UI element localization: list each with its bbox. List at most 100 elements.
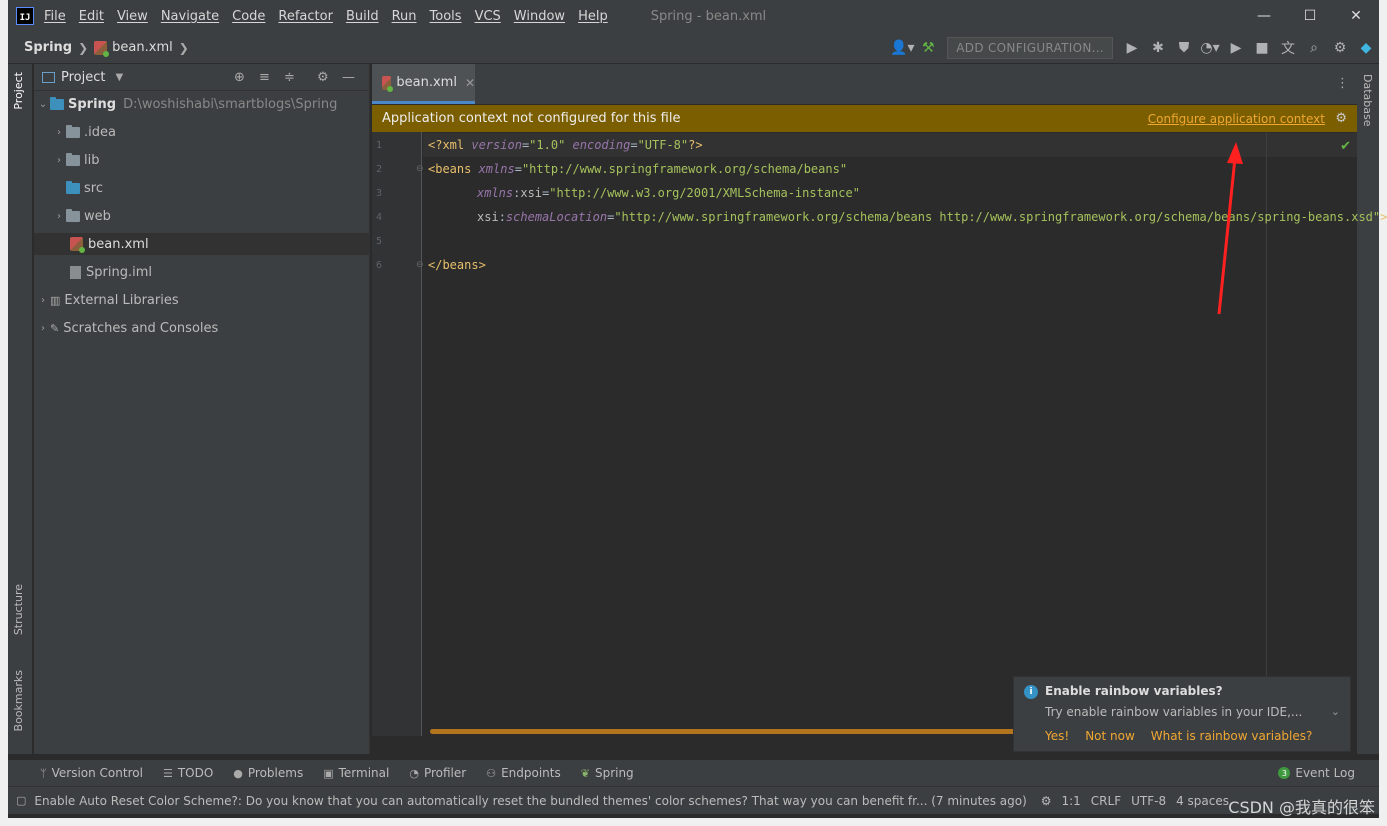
more-options-icon[interactable]: ⋮: [1336, 76, 1349, 91]
tab-structure[interactable]: Structure: [12, 584, 25, 635]
indent-setting[interactable]: 4 spaces: [1176, 794, 1229, 808]
build-hammer-icon[interactable]: ⚒: [915, 40, 941, 56]
translate-icon[interactable]: 文: [1275, 38, 1301, 58]
status-message[interactable]: Enable Auto Reset Color Scheme?: Do you …: [34, 794, 1026, 808]
info-icon: i: [1024, 685, 1038, 699]
chevron-down-icon: ▼: [115, 71, 124, 83]
stop-icon[interactable]: ■: [1249, 40, 1275, 56]
maximize-button[interactable]: ☐: [1287, 0, 1333, 32]
menu-vcs[interactable]: VCS: [475, 9, 501, 24]
tool-version-control[interactable]: ᛘ Version Control: [40, 766, 143, 780]
ide-window: IJ File Edit View Navigate Code Refactor…: [8, 0, 1387, 818]
tree-item-root[interactable]: ⌄ Spring D:\woshishabi\smartblogs\Spring: [34, 93, 370, 115]
expand-all-icon[interactable]: ≡: [259, 70, 270, 85]
tree-item-web[interactable]: › web: [34, 205, 370, 227]
menu-refactor[interactable]: Refactor: [278, 9, 333, 24]
user-icon[interactable]: 👤▾: [889, 40, 915, 56]
run-icon[interactable]: ▶: [1119, 40, 1145, 56]
tree-item-spring-iml[interactable]: Spring.iml: [34, 261, 370, 283]
file-encoding[interactable]: UTF-8: [1131, 794, 1166, 808]
source-folder-icon: [66, 180, 80, 194]
minimize-button[interactable]: —: [1241, 0, 1287, 32]
profile-icon[interactable]: ◔▾: [1197, 40, 1223, 56]
what-is-rainbow-link[interactable]: What is rainbow variables?: [1151, 729, 1313, 743]
menu-run[interactable]: Run: [392, 9, 417, 24]
project-panel-title: Project: [61, 69, 106, 85]
spring-leaf-icon: ❦: [580, 766, 590, 780]
add-configuration-button[interactable]: ADD CONFIGURATION...: [947, 37, 1113, 59]
tree-item-bean-xml[interactable]: bean.xml: [34, 233, 370, 255]
tab-bean-xml[interactable]: bean.xml ✕: [372, 64, 475, 104]
menu-help[interactable]: Help: [578, 9, 608, 24]
tool-problems[interactable]: ● Problems: [233, 766, 303, 780]
plugin-icon[interactable]: ◆: [1353, 40, 1379, 56]
close-icon[interactable]: ✕: [465, 76, 475, 90]
tab-bookmarks[interactable]: Bookmarks: [12, 670, 25, 731]
inspection-ok-icon[interactable]: ✔: [1340, 139, 1351, 154]
menu-tools[interactable]: Tools: [430, 9, 462, 24]
window-layout-icon[interactable]: ▢: [16, 794, 26, 807]
window-title: Spring - bean.xml: [650, 8, 767, 24]
collapse-all-icon[interactable]: ≑: [284, 70, 295, 85]
tool-todo[interactable]: ☰ TODO: [163, 766, 213, 780]
run-alt-icon[interactable]: ▶: [1223, 40, 1249, 56]
gear-icon[interactable]: ⚙: [1327, 40, 1353, 56]
bottom-tool-bar: ᛘ Version Control ☰ TODO ● Problems ▣ Termin…: [8, 760, 1379, 786]
fold-icon[interactable]: ⊖: [416, 164, 424, 174]
horizontal-scrollbar[interactable]: [430, 729, 1020, 734]
not-now-link[interactable]: Not now: [1085, 729, 1135, 743]
git-icon[interactable]: ⚙: [1041, 794, 1052, 808]
tree-item-external-libraries[interactable]: › ▥ External Libraries: [34, 289, 370, 311]
tree-item-label: lib: [84, 152, 100, 168]
gear-icon[interactable]: ⚙: [1335, 111, 1347, 126]
hide-panel-icon[interactable]: —: [342, 70, 355, 85]
tree-item-label: Spring.iml: [86, 264, 152, 280]
project-view-selector[interactable]: Project ▼: [42, 70, 123, 85]
caret-position[interactable]: 1:1: [1061, 794, 1080, 808]
tool-terminal[interactable]: ▣ Terminal: [323, 766, 389, 780]
menu-window[interactable]: Window: [514, 9, 565, 24]
tab-project[interactable]: Project: [12, 72, 25, 110]
problems-icon: ●: [233, 766, 243, 780]
search-icon[interactable]: ⌕: [1301, 40, 1327, 56]
status-bar: ▢ Enable Auto Reset Color Scheme?: Do yo…: [8, 786, 1379, 814]
tool-event-log[interactable]: 3 Event Log: [1278, 766, 1355, 780]
debug-icon[interactable]: ✱: [1145, 40, 1171, 56]
menu-build[interactable]: Build: [346, 9, 379, 24]
gear-icon[interactable]: ⚙: [317, 70, 329, 85]
menu-code[interactable]: Code: [232, 9, 265, 24]
menu-edit[interactable]: Edit: [79, 9, 104, 24]
locate-icon[interactable]: ⊕: [234, 70, 245, 85]
tree-item-label: Spring: [68, 96, 117, 112]
tree-item-scratches[interactable]: › ✎ Scratches and Consoles: [34, 317, 370, 339]
tool-spring[interactable]: ❦ Spring: [581, 766, 634, 780]
notification-popup: i Enable rainbow variables? Try enable r…: [1013, 676, 1351, 752]
tree-item-src[interactable]: src: [34, 177, 370, 199]
menu-navigate[interactable]: Navigate: [161, 9, 219, 24]
event-count-badge: 3: [1278, 767, 1291, 779]
folder-icon: [66, 152, 80, 166]
code-editor[interactable]: 1 2 3 4 5 6 ⊖ ⊖ <?xml version="1.0" enco…: [372, 132, 1387, 736]
left-tool-stripe: Project Structure Bookmarks: [8, 64, 33, 754]
configure-context-link[interactable]: Configure application context: [1148, 112, 1325, 126]
yes-link[interactable]: Yes!: [1045, 729, 1069, 743]
menu-view[interactable]: View: [117, 9, 148, 24]
menu-file[interactable]: File: [44, 9, 66, 24]
tree-item-lib[interactable]: › lib: [34, 149, 370, 171]
breadcrumb-project[interactable]: Spring: [24, 40, 72, 55]
tab-database[interactable]: Database: [1361, 74, 1374, 127]
tool-endpoints[interactable]: ⚇ Endpoints: [486, 766, 561, 780]
fold-icon[interactable]: ⊖: [416, 260, 424, 270]
close-window-button[interactable]: ✕: [1333, 0, 1379, 32]
line-number: 1: [376, 140, 383, 151]
project-panel: Project ▼ ⊕ ≡ ≑ ⚙ — ⌄ Spring D:\woshisha…: [34, 64, 370, 754]
tree-item-idea[interactable]: › .idea: [34, 121, 370, 143]
chevron-down-icon[interactable]: ⌄: [1331, 705, 1340, 718]
chevron-down-icon: ⌄: [38, 98, 48, 110]
coverage-icon[interactable]: ⛊: [1171, 40, 1197, 56]
line-separator[interactable]: CRLF: [1091, 794, 1121, 808]
intellij-logo-icon[interactable]: IJ: [16, 7, 34, 25]
chevron-right-icon: ›: [41, 294, 45, 306]
tool-profiler[interactable]: ◔ Profiler: [409, 766, 466, 780]
breadcrumb-file[interactable]: bean.xml: [112, 40, 173, 55]
